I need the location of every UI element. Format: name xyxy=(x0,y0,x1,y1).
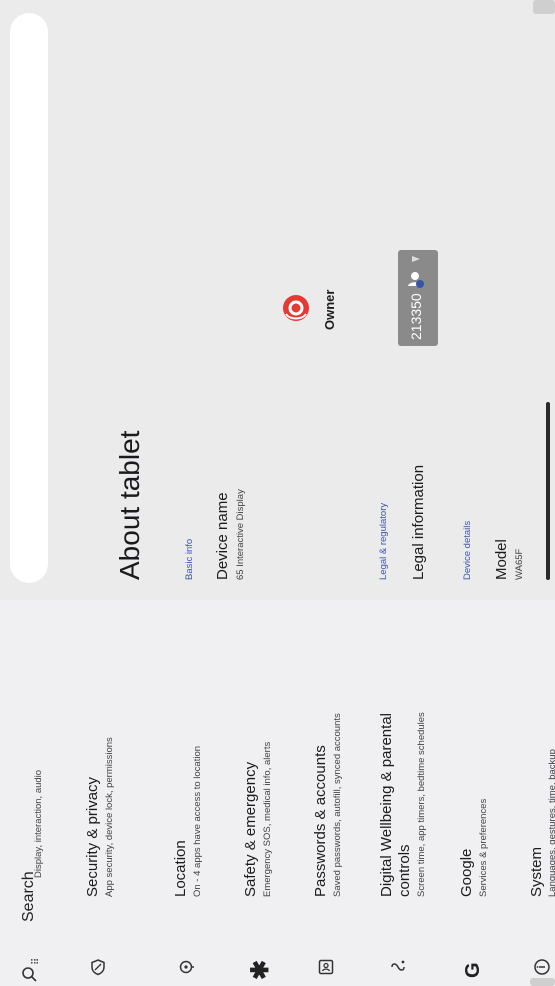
page-title: About tablet xyxy=(114,430,145,580)
system-subtitle: Languages, gestures, time, backup xyxy=(547,749,555,897)
legal-regulatory-header: Legal & regulatory xyxy=(378,502,389,580)
account-box-icon xyxy=(318,959,334,975)
scroll-handle[interactable] xyxy=(546,402,550,580)
device-details-header: Device details xyxy=(462,520,473,580)
bottom-tab xyxy=(530,978,555,986)
person-icon xyxy=(408,272,424,288)
settings-list-panel xyxy=(0,0,555,600)
location-subtitle: On - 4 apps have access to location xyxy=(192,745,203,897)
search-label: Search xyxy=(20,871,37,922)
status-text: 213350 xyxy=(408,293,424,340)
safety-emergency-subtitle: Emergency SOS, medical info, alerts xyxy=(262,741,273,897)
location-pin-icon xyxy=(179,960,194,974)
legal-information[interactable]: Legal information xyxy=(410,465,427,580)
google-icon: G xyxy=(462,962,484,978)
dropdown-arrow-icon[interactable] xyxy=(410,254,422,264)
display-icon: ⠿ xyxy=(31,957,42,965)
asterisk-icon: ✱ xyxy=(247,959,274,980)
shield-icon xyxy=(91,959,105,976)
device-name-label[interactable]: Device name xyxy=(214,492,231,580)
digital-wellbeing-title-line1[interactable]: Digital Wellbeing & parental xyxy=(378,713,395,897)
basic-info-header: Basic info xyxy=(184,538,195,580)
digital-wellbeing-title-line2[interactable]: controls xyxy=(396,844,413,897)
model-value: WA65F xyxy=(514,548,525,580)
security-privacy-subtitle: App security, device lock, permissions xyxy=(104,737,115,897)
system-title[interactable]: System xyxy=(528,847,545,897)
owner-label: Owner xyxy=(322,289,337,330)
google-title[interactable]: Google xyxy=(458,849,475,897)
passwords-accounts-title[interactable]: Passwords & accounts xyxy=(312,745,329,897)
safety-emergency-title[interactable]: Safety & emergency xyxy=(242,762,259,897)
digital-wellbeing-subtitle: Screen time, app timers, bedtime schedul… xyxy=(416,712,427,897)
location-title[interactable]: Location xyxy=(172,840,189,897)
wellbeing-icon xyxy=(391,960,405,971)
search-icon[interactable] xyxy=(20,965,38,983)
passwords-accounts-subtitle: Saved passwords, autofill, synced accoun… xyxy=(332,713,343,897)
top-tab xyxy=(533,0,555,14)
device-name-value: 65 Interactive Display xyxy=(235,489,246,580)
google-subtitle: Services & preferences xyxy=(478,798,489,897)
search-bar[interactable] xyxy=(10,13,48,583)
security-privacy-title[interactable]: Security & privacy xyxy=(84,777,101,897)
owner-avatar[interactable] xyxy=(282,294,310,322)
info-icon xyxy=(534,959,550,975)
display-subtitle: Display, interaction, audio xyxy=(33,769,44,878)
model-label[interactable]: Model xyxy=(493,539,510,580)
